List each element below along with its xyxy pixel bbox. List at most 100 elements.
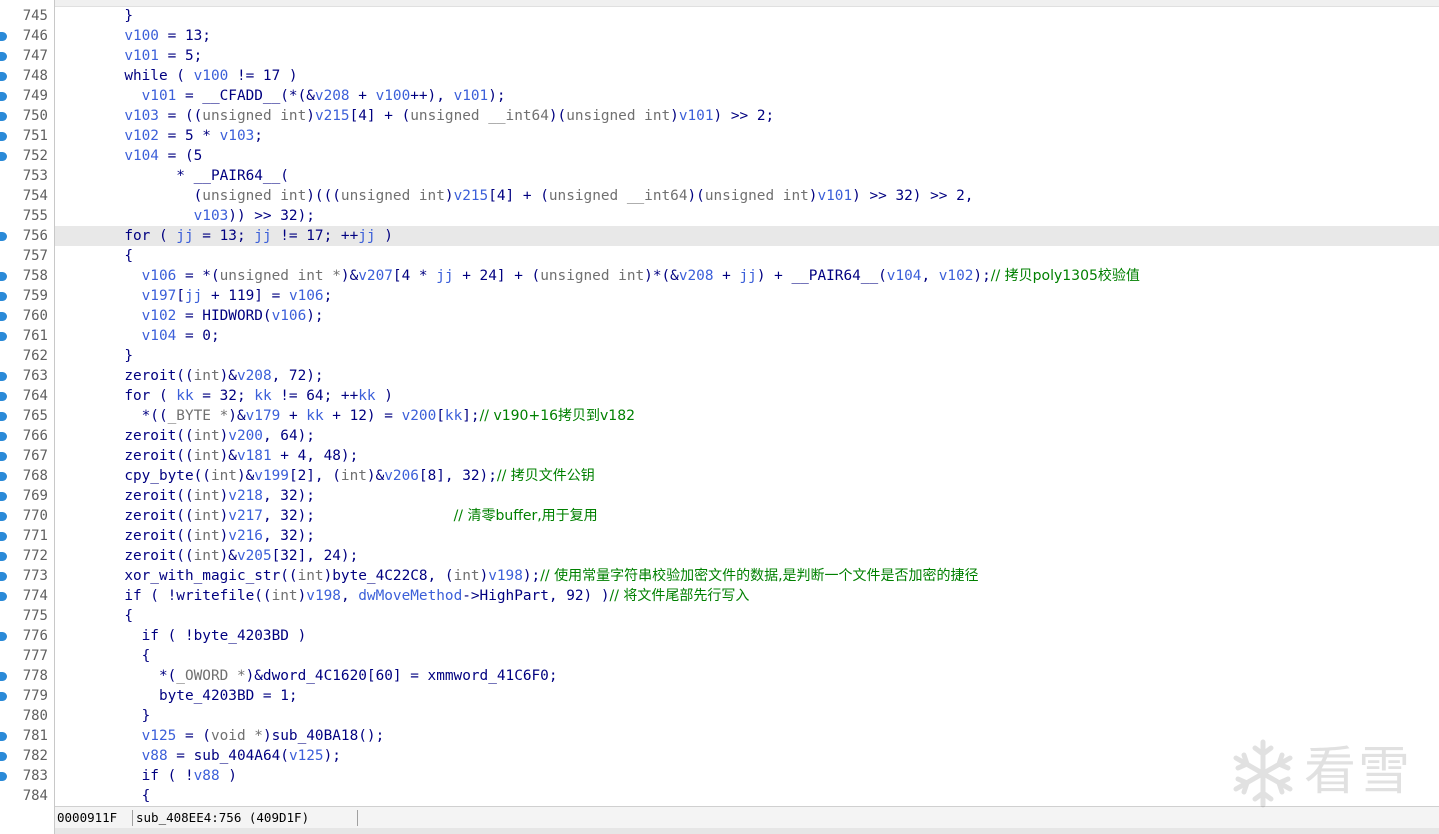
code-line[interactable]: {: [55, 646, 1439, 666]
code-line[interactable]: for ( kk = 32; kk != 64; ++kk ): [55, 386, 1439, 406]
pseudocode-view[interactable]: } v100 = 13; v101 = 5; while ( v100 != 1…: [55, 6, 1439, 806]
gutter-row[interactable]: 780: [0, 706, 54, 726]
code-line[interactable]: v100 = 13;: [55, 26, 1439, 46]
code-line[interactable]: {: [55, 246, 1439, 266]
breakpoint-marker-icon[interactable]: [0, 232, 7, 241]
line-number-gutter[interactable]: 745 746 747 748 749 750 751 752 753 754 755 756 757 7…: [0, 6, 54, 806]
gutter-row[interactable]: 750: [0, 106, 54, 126]
code-line[interactable]: v103)) >> 32);: [55, 206, 1439, 226]
gutter-row[interactable]: 781: [0, 726, 54, 746]
breakpoint-marker-icon[interactable]: [0, 332, 7, 341]
code-line[interactable]: {: [55, 606, 1439, 626]
gutter-row[interactable]: 778: [0, 666, 54, 686]
breakpoint-marker-icon[interactable]: [0, 52, 7, 61]
breakpoint-marker-icon[interactable]: [0, 152, 7, 161]
breakpoint-marker-icon[interactable]: [0, 692, 7, 701]
breakpoint-marker-icon[interactable]: [0, 32, 7, 41]
code-line[interactable]: zeroit((int)v218, 32);: [55, 486, 1439, 506]
gutter-row[interactable]: 759: [0, 286, 54, 306]
gutter-row[interactable]: 773: [0, 566, 54, 586]
breakpoint-marker-icon[interactable]: [0, 292, 7, 301]
gutter-row[interactable]: 772: [0, 546, 54, 566]
gutter-row[interactable]: 752: [0, 146, 54, 166]
gutter-row[interactable]: 775: [0, 606, 54, 626]
gutter-row[interactable]: 756: [0, 226, 54, 246]
gutter-row[interactable]: 782: [0, 746, 54, 766]
breakpoint-marker-icon[interactable]: [0, 772, 7, 781]
gutter-row[interactable]: 754: [0, 186, 54, 206]
code-line[interactable]: zeroit((int)v216, 32);: [55, 526, 1439, 546]
gutter-row[interactable]: 764: [0, 386, 54, 406]
gutter-row[interactable]: 774: [0, 586, 54, 606]
gutter-row[interactable]: 762: [0, 346, 54, 366]
breakpoint-marker-icon[interactable]: [0, 312, 7, 321]
breakpoint-marker-icon[interactable]: [0, 672, 7, 681]
code-line[interactable]: v197[jj + 119] = v106;: [55, 286, 1439, 306]
breakpoint-marker-icon[interactable]: [0, 132, 7, 141]
gutter-row[interactable]: 777: [0, 646, 54, 666]
gutter-row[interactable]: 765: [0, 406, 54, 426]
breakpoint-marker-icon[interactable]: [0, 372, 7, 381]
breakpoint-marker-icon[interactable]: [0, 532, 7, 541]
gutter-row[interactable]: 776: [0, 626, 54, 646]
gutter-row[interactable]: 746: [0, 26, 54, 46]
horizontal-scrollbar[interactable]: [55, 828, 1439, 834]
breakpoint-marker-icon[interactable]: [0, 472, 7, 481]
gutter-row[interactable]: 751: [0, 126, 54, 146]
code-line[interactable]: }: [55, 346, 1439, 366]
breakpoint-marker-icon[interactable]: [0, 492, 7, 501]
code-line-current[interactable]: for ( jj = 13; jj != 17; ++jj ): [55, 226, 1439, 246]
code-line[interactable]: v104 = (5: [55, 146, 1439, 166]
code-line[interactable]: zeroit((int)&v208, 72);: [55, 366, 1439, 386]
gutter-row[interactable]: 766: [0, 426, 54, 446]
code-line[interactable]: v106 = *(unsigned int *)&v207[4 * jj + 2…: [55, 266, 1439, 286]
breakpoint-marker-icon[interactable]: [0, 112, 7, 121]
breakpoint-marker-icon[interactable]: [0, 432, 7, 441]
code-line[interactable]: v104 = 0;: [55, 326, 1439, 346]
gutter-row[interactable]: 779: [0, 686, 54, 706]
code-line[interactable]: if ( !writefile((int)v198, dwMoveMethod-…: [55, 586, 1439, 606]
code-line[interactable]: cpy_byte((int)&v199[2], (int)&v206[8], 3…: [55, 466, 1439, 486]
breakpoint-marker-icon[interactable]: [0, 592, 7, 601]
breakpoint-marker-icon[interactable]: [0, 452, 7, 461]
code-line[interactable]: v102 = 5 * v103;: [55, 126, 1439, 146]
gutter-row[interactable]: 748: [0, 66, 54, 86]
code-line[interactable]: zeroit((int)v200, 64);: [55, 426, 1439, 446]
gutter-row[interactable]: 784: [0, 786, 54, 806]
gutter-row[interactable]: 758: [0, 266, 54, 286]
code-line[interactable]: }: [55, 706, 1439, 726]
code-line[interactable]: v101 = 5;: [55, 46, 1439, 66]
breakpoint-marker-icon[interactable]: [0, 272, 7, 281]
breakpoint-marker-icon[interactable]: [0, 72, 7, 81]
breakpoint-marker-icon[interactable]: [0, 412, 7, 421]
code-line[interactable]: (unsigned int)(((unsigned int)v215[4] + …: [55, 186, 1439, 206]
gutter-row[interactable]: 760: [0, 306, 54, 326]
code-line[interactable]: zeroit((int)&v205[32], 24);: [55, 546, 1439, 566]
gutter-row[interactable]: 757: [0, 246, 54, 266]
gutter-row[interactable]: 767: [0, 446, 54, 466]
gutter-row[interactable]: 768: [0, 466, 54, 486]
code-line[interactable]: * __PAIR64__(: [55, 166, 1439, 186]
breakpoint-marker-icon[interactable]: [0, 752, 7, 761]
breakpoint-marker-icon[interactable]: [0, 632, 7, 641]
gutter-row[interactable]: 770: [0, 506, 54, 526]
breakpoint-marker-icon[interactable]: [0, 732, 7, 741]
gutter-row[interactable]: 745: [0, 6, 54, 26]
breakpoint-marker-icon[interactable]: [0, 392, 7, 401]
code-line[interactable]: v103 = ((unsigned int)v215[4] + (unsigne…: [55, 106, 1439, 126]
code-line[interactable]: zeroit((int)v217, 32); // 清零buffer,用于复用: [55, 506, 1439, 526]
gutter-row[interactable]: 769: [0, 486, 54, 506]
code-line[interactable]: }: [55, 6, 1439, 26]
code-line[interactable]: *(_OWORD *)&dword_4C1620[60] = xmmword_4…: [55, 666, 1439, 686]
gutter-row[interactable]: 761: [0, 326, 54, 346]
code-line[interactable]: byte_4203BD = 1;: [55, 686, 1439, 706]
code-line[interactable]: while ( v100 != 17 ): [55, 66, 1439, 86]
gutter-row[interactable]: 783: [0, 766, 54, 786]
gutter-row[interactable]: 771: [0, 526, 54, 546]
gutter-row[interactable]: 755: [0, 206, 54, 226]
breakpoint-marker-icon[interactable]: [0, 552, 7, 561]
code-line[interactable]: xor_with_magic_str((int)byte_4C22C8, (in…: [55, 566, 1439, 586]
gutter-row[interactable]: 763: [0, 366, 54, 386]
gutter-row[interactable]: 753: [0, 166, 54, 186]
code-line[interactable]: if ( !byte_4203BD ): [55, 626, 1439, 646]
